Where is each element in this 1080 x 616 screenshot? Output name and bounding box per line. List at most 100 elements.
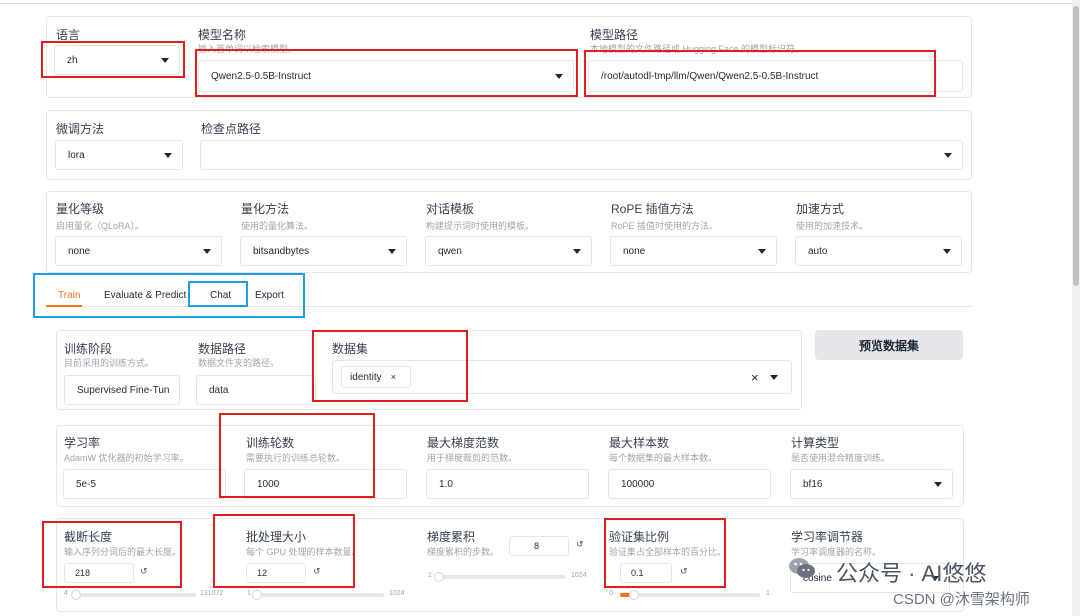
wechat-icon [789,558,815,578]
chevron-down-icon [203,249,211,254]
rope-value: none [623,245,646,257]
val-size-input[interactable]: 0.1 [620,563,672,583]
chevron-down-icon [943,249,951,254]
grad-accum-label: 梯度累积 [427,530,476,544]
cutoff-len-slider[interactable] [71,590,196,600]
val-size-max: 1 [766,590,770,597]
model-path-value: /root/autodl-tmp/llm/Qwen/Qwen2.5-0.5B-I… [601,70,819,82]
finetune-method-value: lora [68,149,85,161]
checkpoint-select[interactable] [200,140,963,170]
finetune-method-select[interactable]: lora [55,140,183,170]
batch-size-value: 12 [257,568,268,578]
compute-type-value: bf16 [803,478,823,490]
batch-size-reset-icon[interactable]: ↺ [313,566,321,577]
max-grad-norm-label: 最大梯度范数 [427,436,500,450]
learning-rate-label: 学习率 [64,436,101,450]
lr-scheduler-label: 学习率调节器 [791,530,864,544]
tab-evaluate-predict[interactable]: Evaluate & Predict [104,290,186,301]
stage-select[interactable]: Supervised Fine-Tun [64,375,180,405]
stage-value: Supervised Fine-Tun [77,384,170,396]
cutoff-len-value: 218 [75,568,91,578]
batch-size-slider[interactable] [252,590,384,600]
batch-size-max: 1024 [389,590,405,597]
model-path-label: 模型路径 [590,28,639,42]
val-size-label: 验证集比例 [609,530,670,544]
model-path-input[interactable]: /root/autodl-tmp/llm/Qwen/Qwen2.5-0.5B-I… [588,60,963,92]
template-select[interactable]: qwen [425,236,592,266]
template-label: 对话模板 [426,202,475,216]
slider-knob[interactable] [629,590,639,600]
watermark-sub: CSDN @沐雪架构师 [893,591,1030,608]
rope-label: RoPE 插值方法 [611,202,694,216]
tab-chat[interactable]: Chat [210,290,231,301]
stage-label: 训练阶段 [64,342,113,356]
quant-bit-label: 量化等级 [56,202,105,216]
compute-type-select[interactable]: bf16 [790,469,953,499]
max-samples-input[interactable]: 100000 [608,469,771,499]
batch-size-hint: 每个 GPU 处理的样本数量。 [246,547,361,557]
close-icon[interactable]: × [391,372,396,382]
compute-type-hint: 是否使用混合精度训练。 [791,453,891,463]
quant-method-label: 量化方法 [241,202,290,216]
max-grad-norm-hint: 用于梯度裁剪的范数。 [427,453,518,463]
clear-icon[interactable]: × [751,370,759,385]
tab-export[interactable]: Export [255,290,284,301]
model-name-label: 模型名称 [198,28,247,42]
window-top-border [0,3,1080,4]
lang-select[interactable]: zh [54,45,180,75]
model-name-select[interactable]: Qwen2.5-0.5B-Instruct [198,60,574,92]
booster-value: auto [808,245,828,257]
dataset-chip-label: identity [350,371,382,383]
val-size-reset-icon[interactable]: ↺ [680,566,688,577]
scrollbar-thumb[interactable] [1073,6,1079,286]
cutoff-len-label: 截断长度 [64,530,113,544]
data-dir-value: data [209,384,229,396]
preview-dataset-button[interactable]: 预览数据集 [815,330,963,360]
batch-size-input[interactable]: 12 [246,563,306,583]
data-dir-input[interactable]: data [196,375,316,405]
scrollbar[interactable] [1072,0,1080,616]
grad-accum-reset-icon[interactable]: ↺ [576,539,584,550]
cutoff-len-input[interactable]: 218 [64,563,134,583]
cutoff-len-max: 131072 [200,590,224,597]
max-samples-value: 100000 [621,478,655,490]
cutoff-len-reset-icon[interactable]: ↺ [140,566,148,577]
lang-label: 语言 [56,28,81,42]
batch-size-min: 1 [247,590,251,597]
quant-method-hint: 使用的量化算法。 [241,221,314,231]
chevron-down-icon [164,153,172,158]
learning-rate-value: 5e-5 [76,478,97,490]
booster-select[interactable]: auto [795,236,962,266]
grad-accum-slider[interactable] [433,572,566,582]
data-dir-hint: 数据文件夹的路径。 [198,358,280,368]
quant-method-select[interactable]: bitsandbytes [240,236,407,266]
chevron-down-icon [770,375,778,380]
chevron-down-icon [944,153,952,158]
grad-accum-min: 1 [428,572,432,579]
template-value: qwen [438,245,462,257]
model-name-hint: 输入首单词以检索模型。 [198,44,298,54]
grad-accum-input[interactable]: 8 [509,536,569,556]
quant-method-value: bitsandbytes [253,245,310,257]
learning-rate-input[interactable]: 5e-5 [63,469,226,499]
chevron-down-icon [934,482,942,487]
chevron-down-icon [758,249,766,254]
max-grad-norm-input[interactable]: 1.0 [426,469,589,499]
epochs-hint: 需要执行的训练总轮数。 [246,453,346,463]
dataset-chip[interactable]: identity × [341,366,411,388]
booster-label: 加速方式 [796,202,845,216]
slider-knob[interactable] [433,572,444,582]
max-samples-label: 最大样本数 [609,436,670,450]
active-tab-indicator [46,305,82,307]
epochs-input[interactable]: 1000 [244,469,407,499]
tab-bar-divider [46,306,972,307]
epochs-value: 1000 [257,478,280,490]
quant-bit-select[interactable]: none [55,236,222,266]
rope-select[interactable]: none [610,236,777,266]
compute-type-label: 计算类型 [791,436,840,450]
chevron-down-icon [388,249,396,254]
finetune-method-label: 微调方法 [56,122,105,136]
val-size-slider[interactable] [620,590,760,600]
tab-train[interactable]: Train [58,290,80,301]
val-size-hint: 验证集占全部样本的百分比。 [609,547,727,557]
